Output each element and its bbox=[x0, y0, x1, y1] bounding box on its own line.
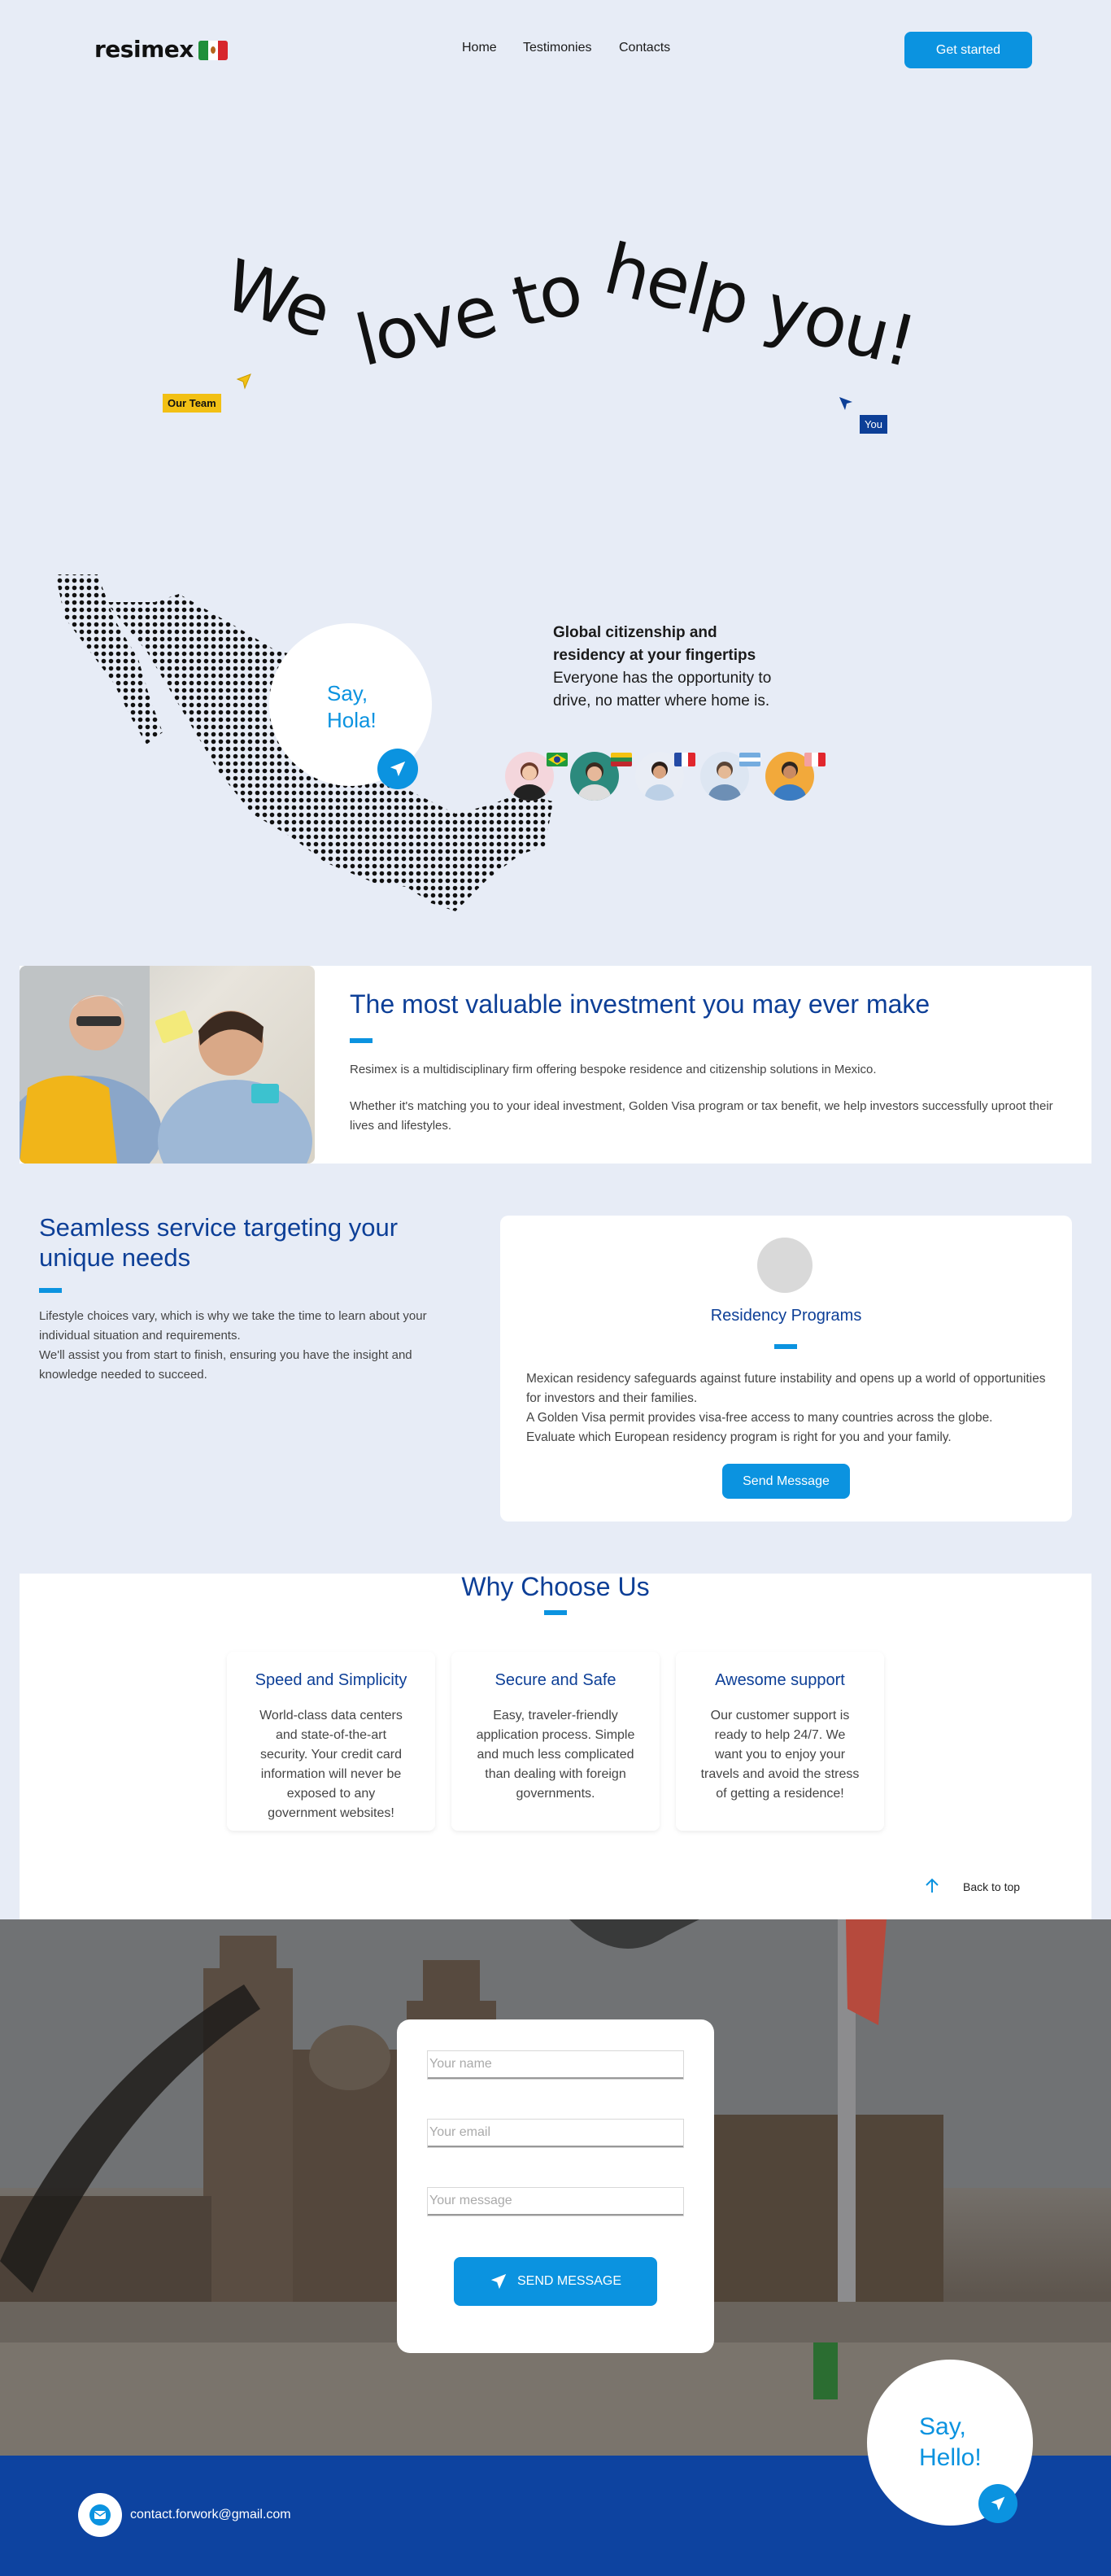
say-hello-text: Say, Hello! bbox=[919, 2412, 982, 2473]
programs-title: Residency Programs bbox=[710, 1307, 862, 1325]
lithuania-flag-icon bbox=[611, 753, 632, 766]
hero-word-help-you: help you! bbox=[596, 228, 923, 384]
programs-paragraph-1: Mexican residency safeguards against fut… bbox=[526, 1372, 1046, 1405]
investment-paragraph-2: Whether it's matching you to your ideal … bbox=[350, 1099, 1053, 1133]
submit-label: SEND MESSAGE bbox=[516, 2274, 622, 2288]
programs-paragraph-2: A Golden Visa permit provides visa-free … bbox=[526, 1411, 993, 1425]
tag-our-team: Our Team bbox=[163, 394, 221, 413]
hero-word-love-to: love to bbox=[348, 248, 589, 383]
paper-plane-icon bbox=[991, 2496, 1005, 2511]
feature-text: Our customer support is ready to help 24… bbox=[700, 1709, 860, 1801]
say-hola-text: Say, Hola! bbox=[327, 680, 377, 733]
seamless-title: Seamless service targeting your unique n… bbox=[39, 1213, 399, 1272]
nav-testimonies[interactable]: Testimonies bbox=[523, 41, 591, 55]
feature-title: Awesome support bbox=[715, 1671, 845, 1689]
say-hello-line-2: Hello! bbox=[919, 2443, 982, 2471]
blue-cursor-icon bbox=[838, 395, 854, 415]
investment-title-underline bbox=[350, 1038, 373, 1043]
map-baja-shape bbox=[55, 574, 163, 744]
arrow-up-icon[interactable] bbox=[922, 1876, 942, 1899]
feature-text: Easy, traveler-friendly application proc… bbox=[476, 1709, 635, 1801]
say-line-2: Hola! bbox=[327, 707, 377, 732]
seamless-title-underline bbox=[39, 1288, 62, 1293]
nav-contacts[interactable]: Contacts bbox=[619, 41, 670, 55]
investment-paragraph-1: Resimex is a multidisciplinary firm offe… bbox=[350, 1063, 877, 1076]
say-line-1: Say, bbox=[327, 681, 368, 705]
programs-paragraph-3: Evaluate which European residency progra… bbox=[526, 1430, 952, 1444]
global-subtitle: Everyone has the opportunity to drive, n… bbox=[553, 670, 772, 709]
brazil-flag-icon bbox=[547, 753, 568, 766]
feature-card-support: Awesome support Our customer support is … bbox=[676, 1652, 884, 1831]
investors-photo bbox=[20, 966, 315, 1164]
paper-plane-icon bbox=[490, 2273, 507, 2290]
send-hello-button[interactable] bbox=[978, 2484, 1017, 2523]
hero-word-we: We bbox=[214, 244, 340, 355]
seamless-paragraph-1: Lifestyle choices vary, which is why we … bbox=[39, 1309, 427, 1343]
send-message-button[interactable]: Send Message bbox=[722, 1464, 850, 1499]
say-hello-line-1: Say, bbox=[919, 2413, 966, 2440]
italy-flag-icon bbox=[804, 753, 826, 766]
feature-title: Speed and Simplicity bbox=[255, 1671, 407, 1689]
france-flag-icon bbox=[674, 753, 695, 766]
yellow-cursor-icon bbox=[234, 373, 252, 394]
feature-title: Secure and Safe bbox=[495, 1671, 616, 1689]
argentina-flag-icon bbox=[739, 753, 760, 766]
investment-title: The most valuable investment you may eve… bbox=[350, 989, 930, 1019]
email-icon bbox=[78, 2493, 122, 2537]
email-field[interactable] bbox=[427, 2119, 684, 2148]
back-to-top-link[interactable]: Back to top bbox=[963, 1880, 1020, 1893]
global-title: Global citizenship and residency at your… bbox=[553, 624, 756, 664]
programs-icon-placeholder bbox=[757, 1238, 813, 1293]
footer-email-link[interactable]: contact.forwork@gmail.com bbox=[130, 2508, 291, 2522]
feature-card-secure: Secure and Safe Easy, traveler-friendly … bbox=[451, 1652, 660, 1831]
paper-plane-icon bbox=[390, 761, 406, 777]
tag-you: You bbox=[860, 415, 887, 434]
feature-card-speed: Speed and Simplicity World-class data ce… bbox=[227, 1652, 435, 1831]
send-hola-button[interactable] bbox=[377, 749, 418, 789]
why-title: Why Choose Us bbox=[461, 1572, 650, 1601]
programs-title-underline bbox=[774, 1344, 797, 1349]
get-started-button[interactable]: Get started bbox=[904, 32, 1032, 68]
why-title-underline bbox=[544, 1610, 567, 1615]
seamless-paragraph-2: We'll assist you from start to finish, e… bbox=[39, 1348, 412, 1382]
send-message-submit-button[interactable]: SEND MESSAGE bbox=[454, 2257, 657, 2306]
nav-home[interactable]: Home bbox=[462, 41, 497, 55]
feature-text: World-class data centers and state-of-th… bbox=[259, 1709, 403, 1820]
name-field[interactable] bbox=[427, 2050, 684, 2080]
message-field[interactable] bbox=[427, 2187, 684, 2216]
